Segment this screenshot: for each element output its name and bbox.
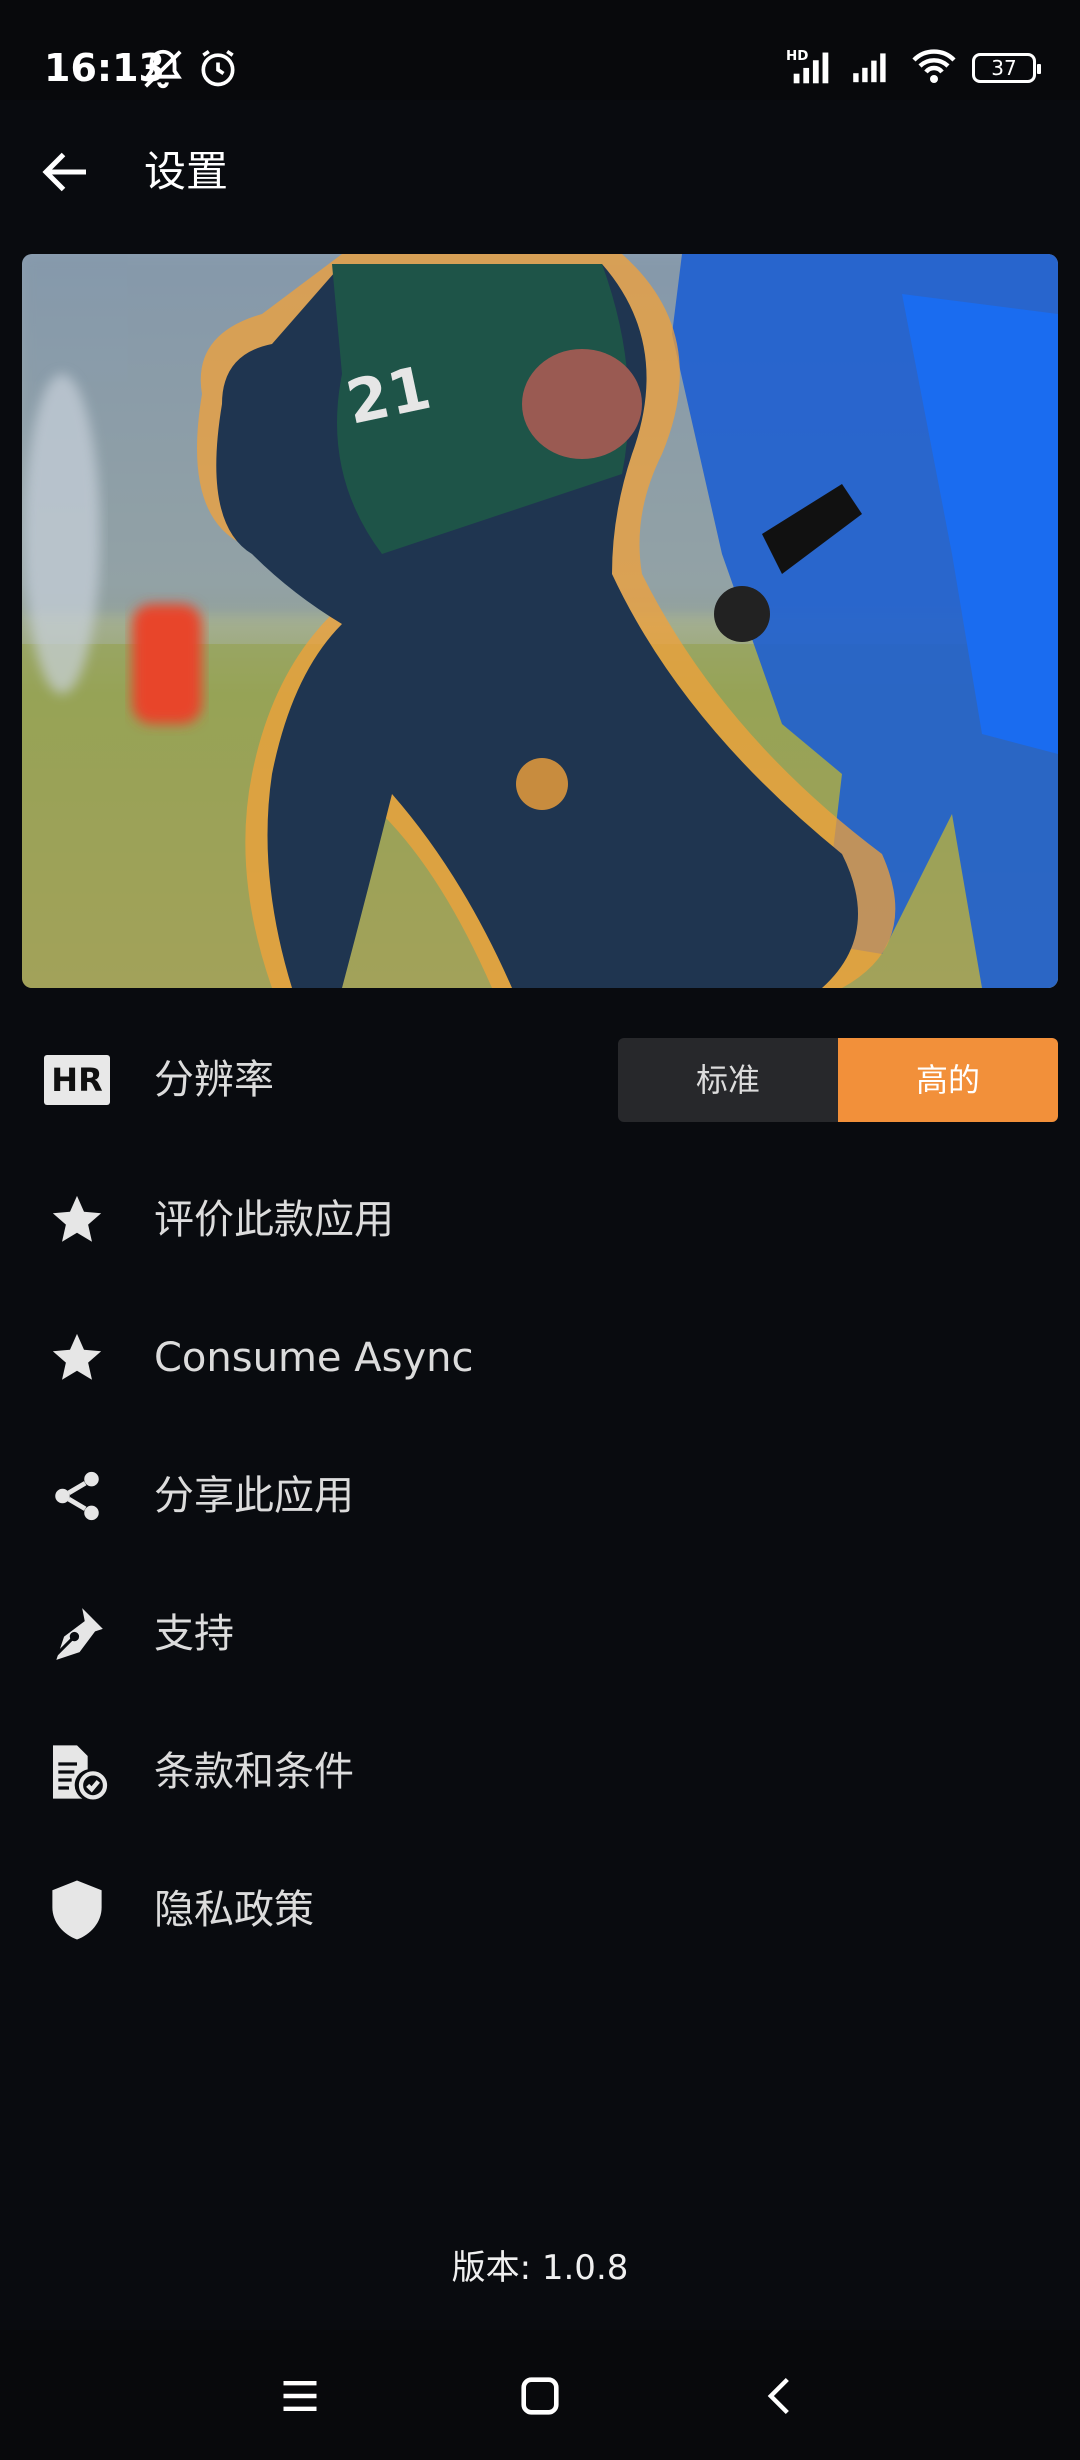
menu-item-rate-app[interactable]: 评价此款应用 — [0, 1160, 1080, 1280]
menu-item-label: 条款和条件 — [154, 1749, 354, 1795]
home-button[interactable] — [510, 2366, 570, 2426]
page-title: 设置 — [144, 147, 229, 196]
menu-item-support[interactable]: 支持 — [0, 1574, 1080, 1694]
menu-item-label: 隐私政策 — [154, 1887, 314, 1933]
menu-item-terms[interactable]: 条款和条件 — [0, 1712, 1080, 1832]
hero-image: 21 — [22, 254, 1058, 988]
menu-item-label: Consume Async — [154, 1335, 474, 1381]
resolution-label: 分辨率 — [154, 1057, 274, 1103]
app-bar: 设置 — [0, 100, 1080, 235]
shield-icon — [44, 1880, 110, 1940]
wifi-icon — [910, 46, 958, 90]
home-square-icon — [521, 2377, 559, 2415]
battery-indicator: 37 — [972, 53, 1041, 83]
menu-item-share-app[interactable]: 分享此应用 — [0, 1436, 1080, 1556]
menu-item-label: 支持 — [154, 1611, 234, 1657]
menu-item-consume-async[interactable]: Consume Async — [0, 1298, 1080, 1418]
resolution-toggle: 标准 高的 — [618, 1038, 1058, 1122]
hd-signal-icon: HD — [786, 46, 836, 90]
menu-item-label: 分享此应用 — [154, 1473, 354, 1519]
system-nav-bar — [0, 2330, 1080, 2460]
alarm-icon — [196, 46, 240, 94]
document-check-icon — [44, 1742, 110, 1802]
menu-item-privacy[interactable]: 隐私政策 — [0, 1850, 1080, 1970]
svg-text:HD: HD — [786, 49, 808, 64]
resolution-standard-button[interactable]: 标准 — [618, 1038, 838, 1122]
chevron-left-icon — [767, 2377, 789, 2415]
recent-apps-button[interactable] — [270, 2366, 330, 2426]
back-button[interactable] — [36, 142, 96, 202]
back-nav-button[interactable] — [750, 2366, 810, 2426]
star-icon — [44, 1328, 110, 1388]
star-icon — [44, 1190, 110, 1250]
share-icon — [44, 1466, 110, 1526]
hr-icon: HR — [44, 1050, 110, 1110]
status-bar: 16:13 HD 37 — [0, 0, 1080, 100]
app-version: 版本: 1.0.8 — [451, 2248, 629, 2288]
signal-icon — [850, 48, 896, 88]
menu-icon — [283, 2380, 317, 2412]
pen-icon — [44, 1604, 110, 1664]
arrow-left-icon — [42, 152, 86, 192]
mute-icon — [140, 46, 186, 96]
menu-item-label: 评价此款应用 — [154, 1197, 394, 1243]
resolution-high-button[interactable]: 高的 — [838, 1038, 1058, 1122]
